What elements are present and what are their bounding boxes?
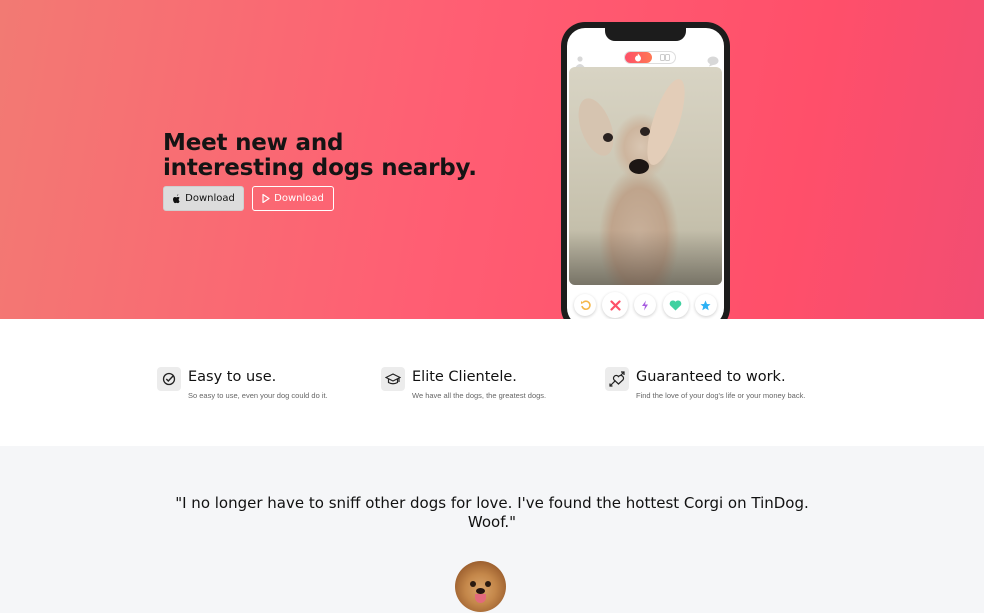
avatar-eye-right [485, 581, 491, 587]
dog-photo [569, 67, 722, 285]
dog-nose [629, 159, 649, 174]
feature-description: So easy to use, even your dog could do i… [188, 391, 328, 400]
check-circle-icon [157, 367, 181, 391]
testimonial-avatar [455, 561, 506, 612]
hero-section: Meet new and interesting dogs nearby. Do… [0, 0, 984, 319]
phone-top-bar [567, 50, 724, 67]
boost-icon [634, 294, 657, 316]
phone-screen [567, 28, 724, 319]
feature-description: Find the love of your dog's life or your… [636, 391, 806, 400]
flame-icon [635, 53, 641, 62]
nope-icon [602, 292, 629, 318]
testimonial-quote: "I no longer have to sniff other dogs fo… [175, 494, 809, 531]
rewind-icon [574, 294, 597, 316]
flame-toggle [624, 51, 676, 64]
dog-ear-right [639, 75, 693, 169]
apple-download-button[interactable]: Download [163, 186, 244, 211]
features-section: Easy to use. So easy to use, even your d… [0, 319, 984, 446]
like-icon [662, 292, 689, 318]
superlike-icon [694, 294, 717, 316]
people-icon [660, 54, 670, 61]
apple-icon [172, 193, 181, 204]
hero-title: Meet new and interesting dogs nearby. [163, 130, 477, 181]
dog-ear-left [571, 93, 621, 161]
avatar-eye-left [470, 581, 476, 587]
testimonial-section: "I no longer have to sniff other dogs fo… [0, 446, 984, 613]
graduation-cap-icon [381, 367, 405, 391]
photo-shade [569, 230, 722, 285]
avatar-tongue [475, 594, 486, 603]
play-icon [262, 194, 270, 203]
play-download-button[interactable]: Download [252, 186, 334, 211]
feature-title: Elite Clientele. [412, 369, 517, 385]
play-download-label: Download [274, 193, 324, 204]
heart-arrow-icon [605, 367, 629, 391]
feature-description: We have all the dogs, the greatest dogs. [412, 391, 547, 400]
phone-mockup [561, 22, 730, 319]
phone-action-bar [567, 292, 724, 318]
apple-download-label: Download [185, 193, 235, 204]
dog-eye-left [603, 133, 613, 142]
phone-notch [605, 28, 686, 41]
dog-eye-right [640, 127, 650, 136]
feature-title: Easy to use. [188, 369, 277, 385]
feature-title: Guaranteed to work. [636, 369, 786, 385]
